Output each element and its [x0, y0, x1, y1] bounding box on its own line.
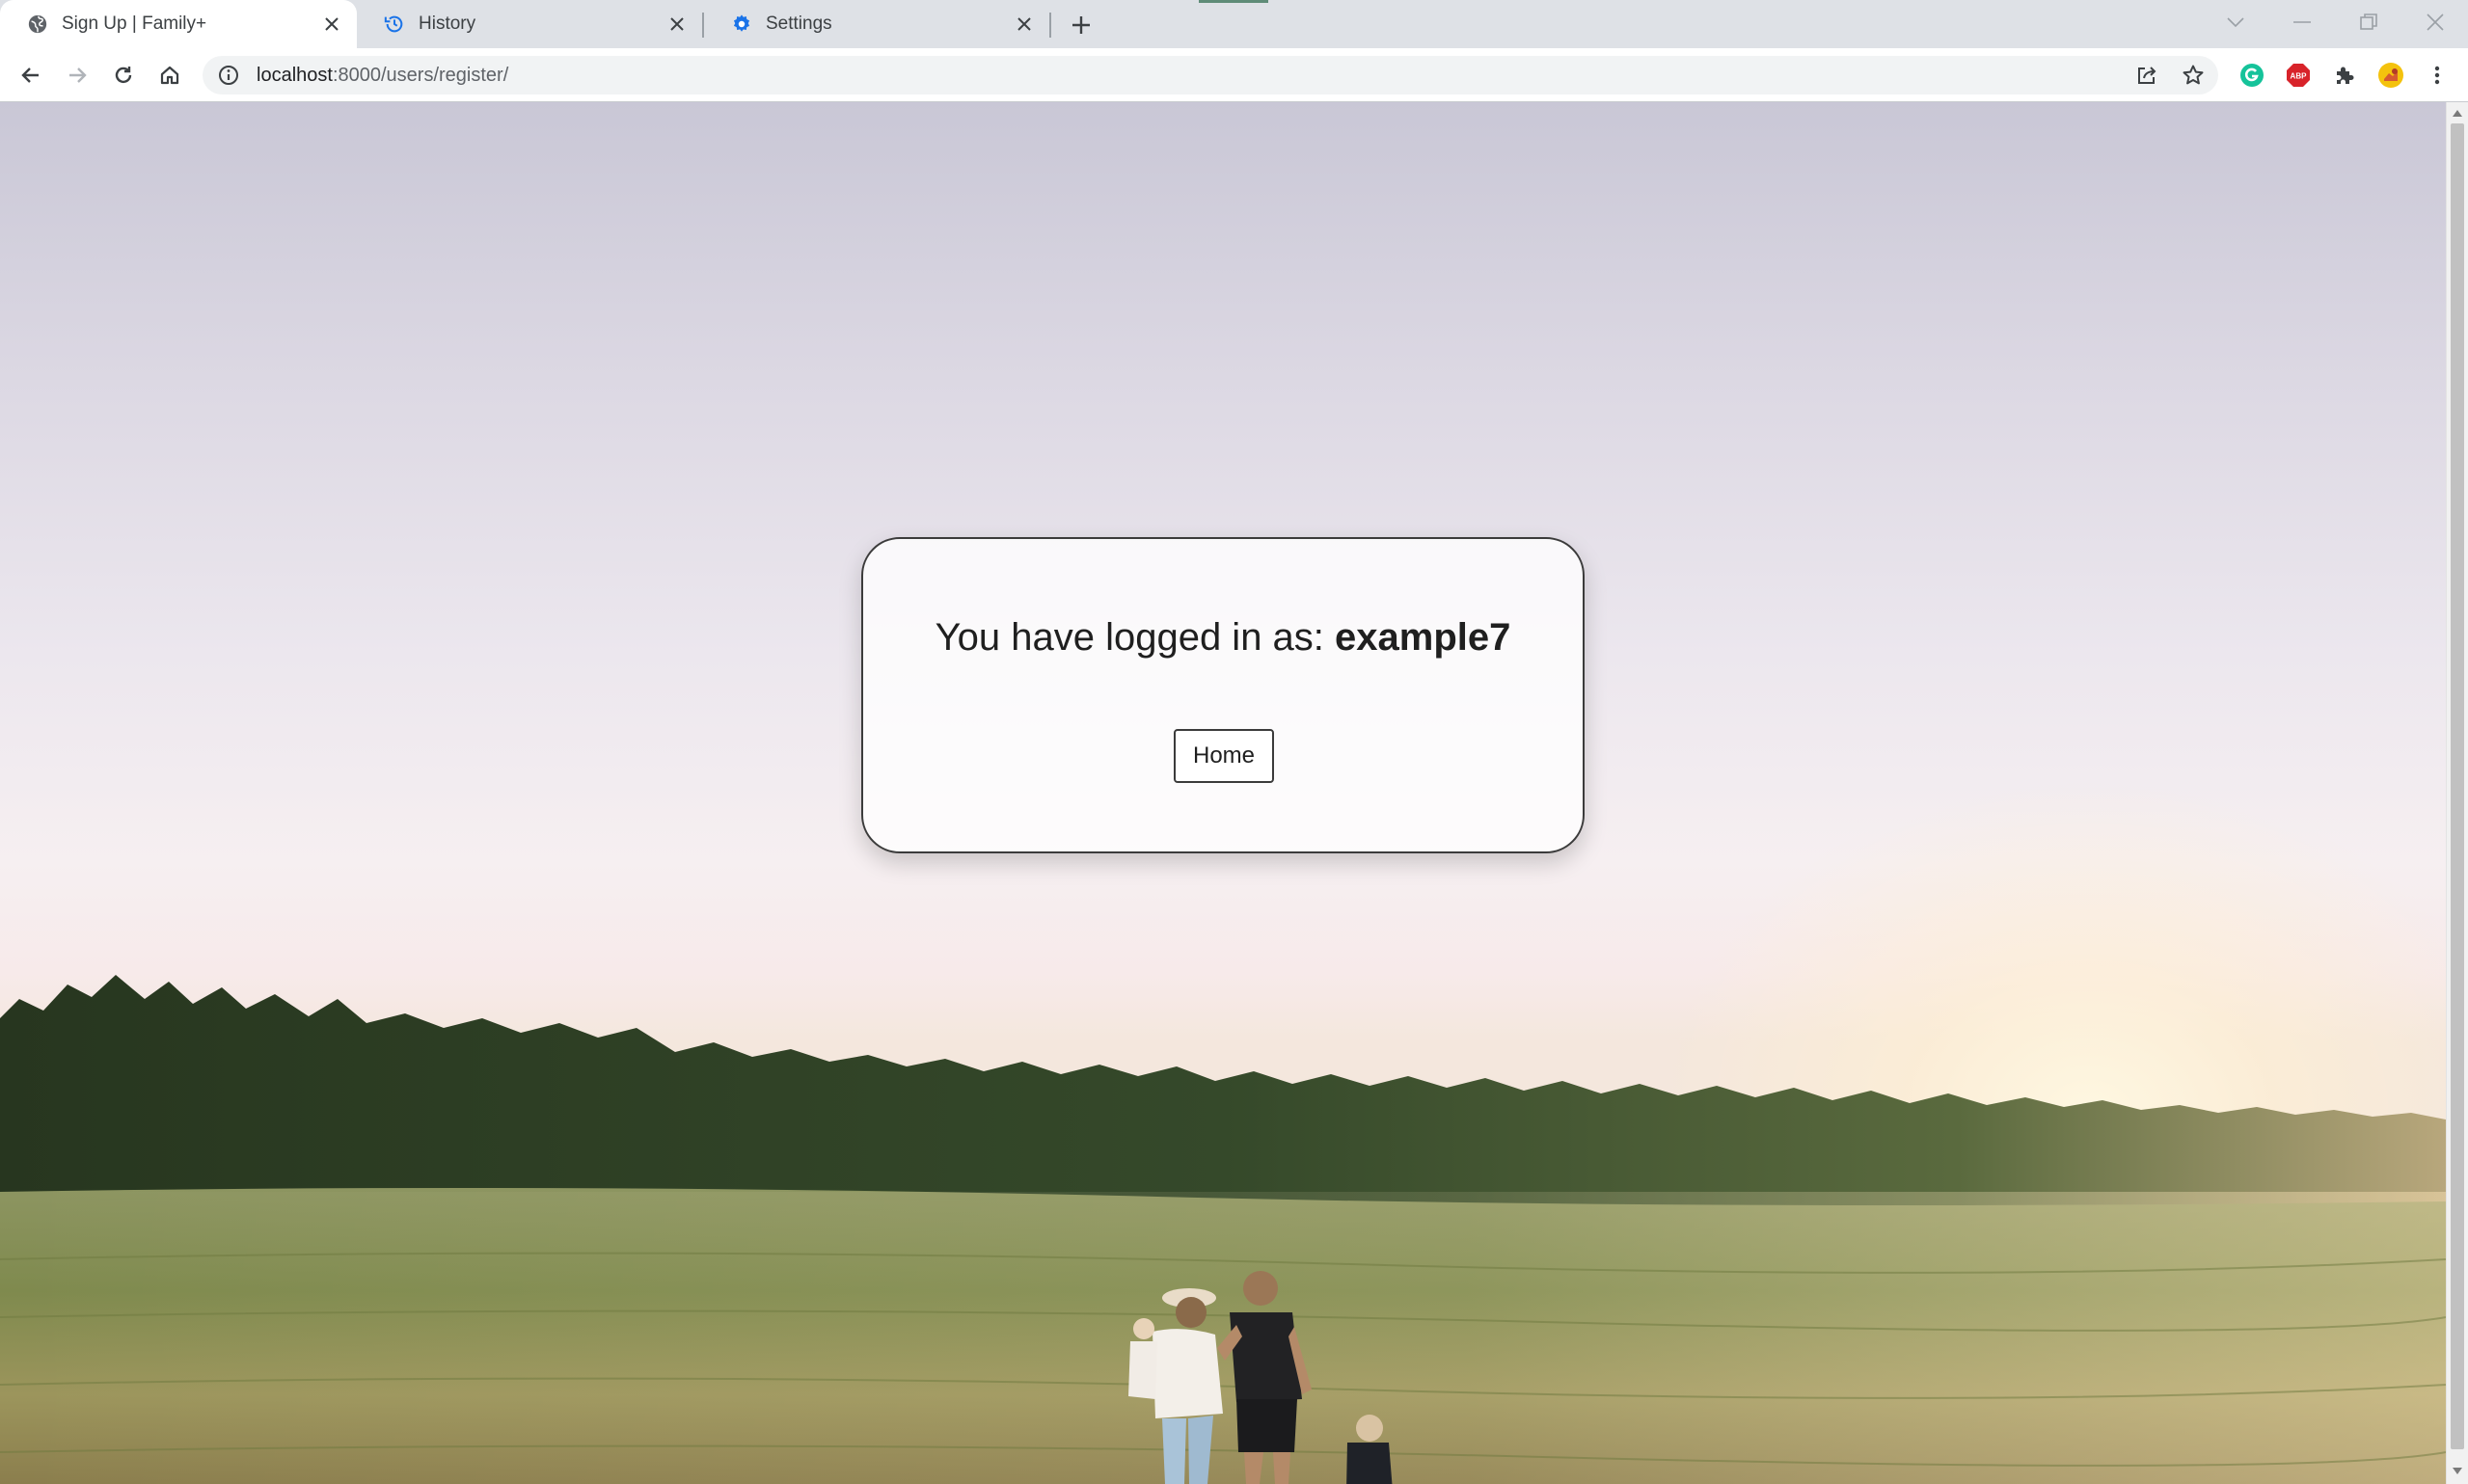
history-icon [384, 15, 403, 33]
home-button[interactable]: Home [1174, 729, 1274, 783]
url-host: localhost [257, 64, 333, 86]
adblock-extension[interactable]: ABP [2284, 61, 2313, 90]
arrow-left-icon [21, 67, 39, 83]
abp-icon: ABP [2287, 64, 2310, 87]
url-text: localhost:8000/users/register/ [257, 65, 508, 87]
username: example7 [1335, 616, 1511, 659]
close-icon[interactable] [1013, 13, 1036, 36]
tab-indicator [1199, 0, 1268, 3]
home-button[interactable] [154, 60, 185, 91]
plus-icon [1072, 16, 1090, 34]
tab-title: Sign Up | Family+ [62, 13, 207, 34]
caret-down-icon [2453, 1467, 2462, 1474]
home-icon [160, 66, 179, 85]
page-scrollbar[interactable] [2446, 102, 2468, 1484]
tab-title: History [419, 13, 476, 34]
close-window-button[interactable] [2416, 6, 2454, 39]
share-icon [2138, 67, 2156, 84]
reload-icon [115, 67, 132, 84]
forward-button[interactable] [62, 60, 93, 91]
page-viewport: You have logged in as: example7 Home [0, 102, 2446, 1484]
tab-search-button[interactable] [2216, 6, 2255, 39]
minimize-icon [2293, 21, 2311, 23]
restore-button[interactable] [2349, 6, 2388, 39]
close-icon[interactable] [665, 13, 689, 36]
info-icon[interactable] [218, 65, 239, 86]
browser-toolbar: localhost:8000/users/register/ ABP [0, 48, 2468, 102]
close-icon[interactable] [320, 13, 343, 36]
grammarly-icon [2240, 64, 2264, 87]
back-button[interactable] [15, 60, 46, 91]
scroll-thumb[interactable] [2451, 123, 2464, 1449]
caret-up-icon [2453, 109, 2462, 117]
tab-title: Settings [766, 13, 832, 34]
login-status-card: You have logged in as: example7 Home [861, 537, 1585, 853]
scroll-down-arrow[interactable] [2451, 1464, 2464, 1477]
tab-strip: Sign Up | Family+ History Settings [0, 0, 2468, 48]
tree-line [0, 975, 2446, 1221]
svg-text:ABP: ABP [2291, 72, 2308, 81]
arrow-right-icon [69, 67, 87, 83]
globe-icon [28, 14, 47, 34]
extensions-button[interactable] [2330, 61, 2359, 90]
share-button[interactable] [2131, 56, 2162, 94]
bookmark-button[interactable] [2178, 56, 2209, 94]
address-bar[interactable]: localhost:8000/users/register/ [203, 56, 2218, 94]
star-icon [2183, 65, 2204, 85]
login-message-prefix: You have logged in as: [935, 616, 1324, 659]
login-message: You have logged in as: example7 [863, 616, 1583, 660]
close-icon [2427, 13, 2444, 31]
scroll-up-arrow[interactable] [2451, 106, 2464, 120]
chevron-down-icon [2227, 17, 2244, 28]
tab-history[interactable]: History [357, 0, 702, 48]
tab-sign-up[interactable]: Sign Up | Family+ [0, 0, 357, 48]
gear-icon [733, 14, 750, 32]
new-tab-button[interactable] [1067, 11, 1096, 40]
grammarly-extension[interactable] [2237, 61, 2266, 90]
puzzle-icon [2337, 67, 2354, 84]
more-vert-icon [2434, 66, 2440, 85]
minimize-button[interactable] [2283, 6, 2321, 39]
tab-settings[interactable]: Settings [704, 0, 1049, 48]
avatar-icon [2378, 63, 2403, 88]
profile-avatar[interactable] [2376, 61, 2405, 90]
url-path: :8000/users/register/ [332, 64, 509, 86]
restore-icon [2360, 13, 2377, 30]
reload-button[interactable] [108, 60, 139, 91]
browser-menu-button[interactable] [2423, 61, 2452, 90]
tab-separator [1049, 13, 1051, 38]
